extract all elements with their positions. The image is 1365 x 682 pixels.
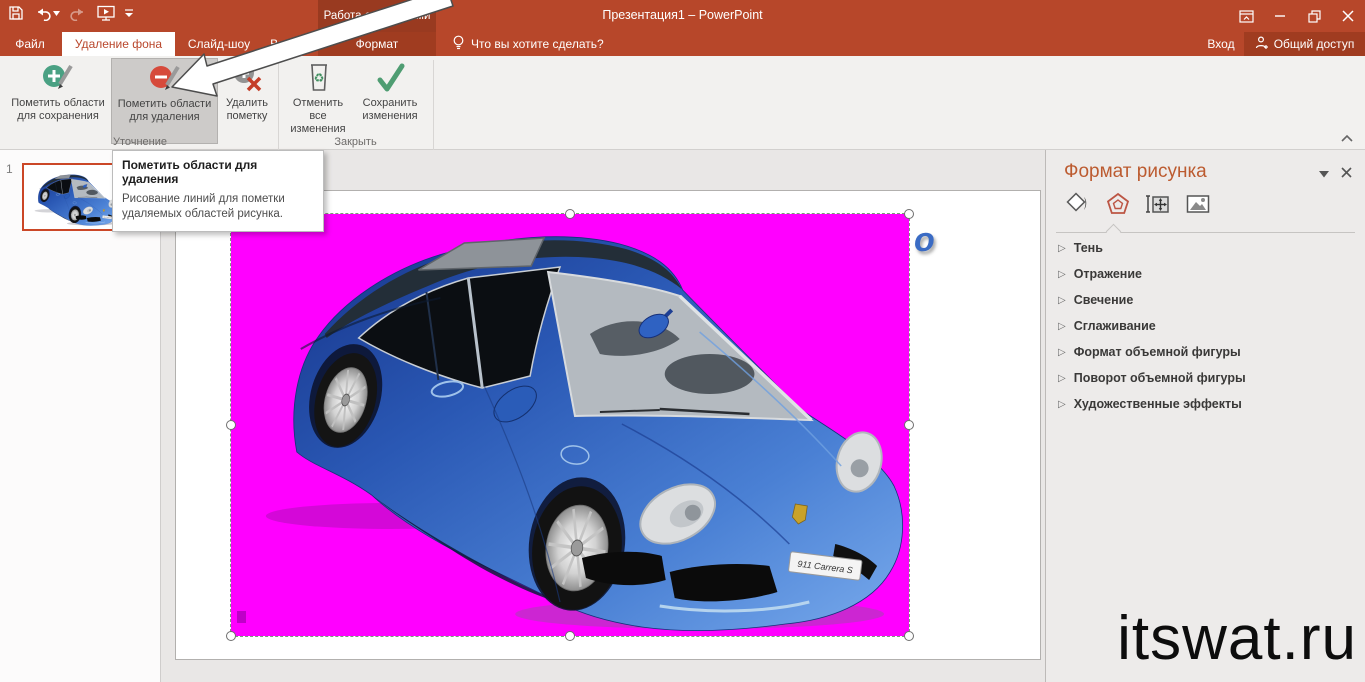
- site-watermark: itswat.ru: [1117, 603, 1357, 674]
- collapsed-triangle-icon: ▷: [1058, 295, 1066, 306]
- picture-icon[interactable]: [1184, 190, 1211, 217]
- pane-divider-notch: [1106, 224, 1122, 240]
- tooltip: Пометить области для удаления Рисование …: [112, 150, 324, 232]
- svg-text:♻: ♻: [314, 71, 325, 85]
- share-button[interactable]: Общий доступ: [1244, 32, 1365, 56]
- tab-background-removal[interactable]: Удаление фона: [62, 32, 175, 56]
- collapsed-triangle-icon: ▷: [1058, 243, 1066, 254]
- tab-format[interactable]: Формат: [318, 32, 436, 56]
- ribbon: Пометить областидля сохранения Пометить …: [0, 56, 1365, 150]
- collapsed-triangle-icon: ▷: [1058, 399, 1066, 410]
- collapse-ribbon-icon[interactable]: [1340, 130, 1358, 144]
- slide-number: 1: [6, 162, 13, 176]
- checkmark-icon: [354, 58, 426, 94]
- tooltip-title: Пометить области для удаления: [122, 158, 314, 186]
- keep-changes-button[interactable]: Сохранитьизменения: [354, 58, 426, 144]
- collapsed-triangle-icon: ▷: [1058, 347, 1066, 358]
- person-icon: [1255, 36, 1269, 52]
- selection-handle-top-right[interactable]: [904, 209, 914, 219]
- sign-in-button[interactable]: Вход: [1198, 32, 1244, 56]
- ribbon-tab-row: Файл Удаление фона Слайд-шоу Вид Формат …: [0, 32, 1365, 56]
- section-glow[interactable]: ▷Свечение: [1058, 290, 1133, 310]
- share-label: Общий доступ: [1274, 37, 1355, 51]
- fill-line-icon[interactable]: [1064, 190, 1091, 217]
- group-label-close: Закрыть: [285, 136, 426, 148]
- delete-mark-button[interactable]: Удалитьпометку: [220, 58, 274, 144]
- title-bar: Работа с рисунками Презентация1 – PowerP…: [0, 0, 1365, 32]
- section-3d-rotation[interactable]: ▷Поворот объемной фигуры: [1058, 368, 1246, 388]
- mark-areas-to-remove-button[interactable]: Пометить областидля удаления: [111, 58, 218, 144]
- section-soft-edges[interactable]: ▷Сглаживание: [1058, 316, 1156, 336]
- section-reflection[interactable]: ▷Отражение: [1058, 264, 1142, 284]
- group-label-refine: Уточнение: [6, 136, 274, 148]
- selection-handle-bottom-middle[interactable]: [565, 631, 575, 641]
- lightbulb-icon: [452, 35, 465, 53]
- selection-handle-top-middle[interactable]: [565, 209, 575, 219]
- selection-handle-bottom-right[interactable]: [904, 631, 914, 641]
- mark-remove-icon: [112, 59, 217, 95]
- minimize-icon[interactable]: [1263, 0, 1297, 32]
- close-icon[interactable]: [1331, 0, 1365, 32]
- size-properties-icon[interactable]: [1144, 190, 1171, 217]
- discard-all-changes-button[interactable]: ♻ Отменить всеизменения: [285, 58, 351, 144]
- slide-title-fragment: o: [914, 221, 935, 260]
- pane-dropdown-icon[interactable]: [1319, 166, 1329, 181]
- effects-icon[interactable]: [1104, 190, 1131, 217]
- mark-areas-to-keep-button[interactable]: Пометить областидля сохранения: [6, 58, 110, 144]
- delete-mark-icon: [220, 58, 274, 94]
- window-title: Презентация1 – PowerPoint: [0, 8, 1365, 22]
- window-controls: [1229, 0, 1365, 32]
- section-3d-format[interactable]: ▷Формат объемной фигуры: [1058, 342, 1241, 362]
- trash-recycle-icon: ♻: [285, 58, 351, 94]
- selection-handle-bottom-left[interactable]: [226, 631, 236, 641]
- tell-me-box[interactable]: Что вы хотите сделать?: [452, 32, 604, 56]
- collapsed-triangle-icon: ▷: [1058, 269, 1066, 280]
- thumbnail-car-image: [30, 171, 118, 227]
- collapsed-triangle-icon: ▷: [1058, 373, 1066, 384]
- tell-me-label: Что вы хотите сделать?: [471, 37, 604, 51]
- pane-close-icon[interactable]: [1341, 166, 1352, 181]
- ribbon-display-options-icon[interactable]: [1229, 0, 1263, 32]
- tab-slideshow[interactable]: Слайд-шоу: [182, 32, 256, 56]
- selection-handle-middle-left[interactable]: [226, 420, 236, 430]
- restore-icon[interactable]: [1297, 0, 1331, 32]
- picture-watermark-mark: [237, 611, 246, 623]
- pane-tab-strip: [1064, 190, 1211, 217]
- tab-file[interactable]: Файл: [6, 32, 54, 56]
- section-artistic-effects[interactable]: ▷Художественные эффекты: [1058, 394, 1242, 414]
- pane-title: Формат рисунка: [1064, 161, 1207, 183]
- section-shadow[interactable]: ▷Тень: [1058, 238, 1103, 258]
- selected-picture[interactable]: [231, 214, 909, 636]
- selection-handle-middle-right[interactable]: [904, 420, 914, 430]
- collapsed-triangle-icon: ▷: [1058, 321, 1066, 332]
- car-photo: [231, 214, 909, 636]
- tab-view[interactable]: Вид: [260, 32, 302, 56]
- tooltip-body: Рисование линий для пометки удаляемых об…: [122, 192, 314, 222]
- slide-canvas[interactable]: o: [175, 190, 1041, 660]
- pane-divider: [1056, 232, 1355, 233]
- mark-keep-icon: [6, 58, 110, 94]
